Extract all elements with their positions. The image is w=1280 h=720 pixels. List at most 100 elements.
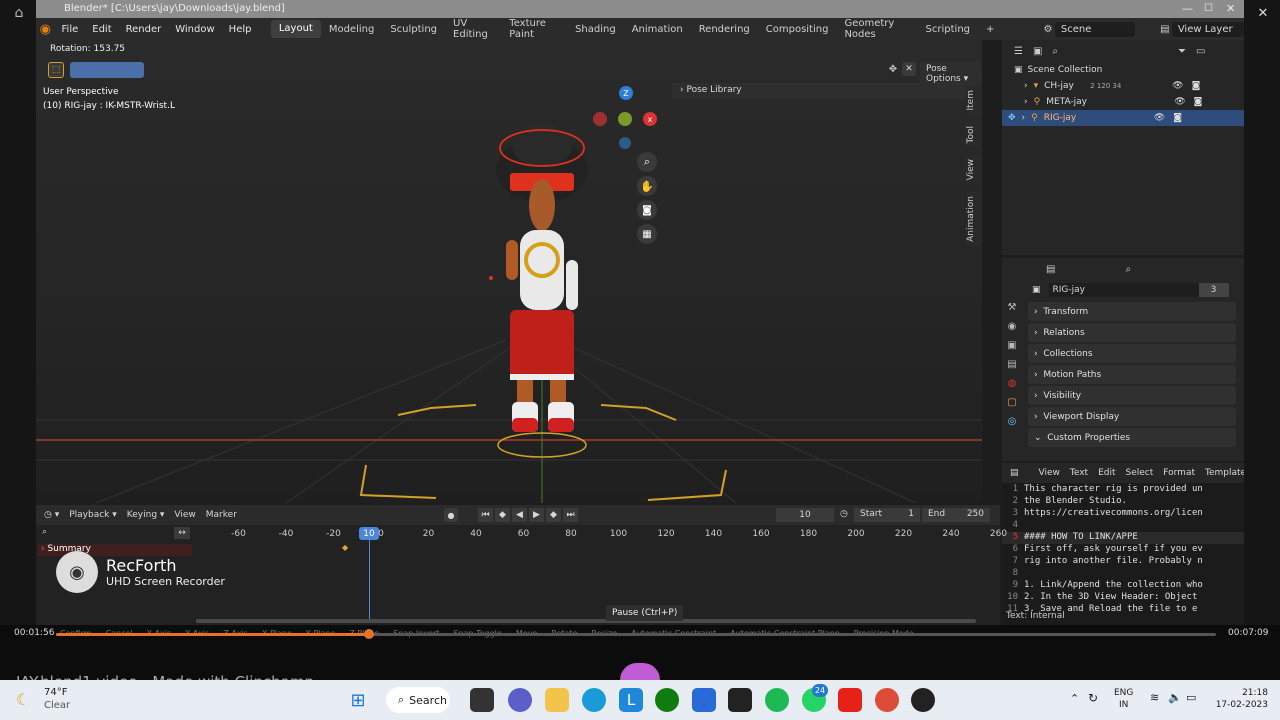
panel-viewport-display[interactable]: › Viewport Display: [1028, 407, 1236, 426]
panel-relations[interactable]: › Relations: [1028, 323, 1236, 342]
pause-button[interactable]: [620, 663, 660, 680]
sync-icon[interactable]: ↻: [1088, 691, 1098, 705]
panel-collections[interactable]: › Collections: [1028, 344, 1236, 363]
expand-arrow-icon[interactable]: ›: [1022, 113, 1026, 123]
close-overlay-icon[interactable]: ✕: [902, 62, 916, 76]
object-name-field[interactable]: RIG-jay: [1048, 283, 1199, 297]
start-frame-field[interactable]: Start 1: [854, 508, 920, 522]
timeline[interactable]: ◷ ▾ Playback ▾ Keying ▾ View Marker ● ⏮ …: [36, 505, 1007, 625]
world-tab-icon[interactable]: ◍: [1008, 378, 1017, 389]
outliner-editor-icon[interactable]: ☰: [1014, 46, 1023, 57]
visibility-eye-icon[interactable]: 👁: [1174, 97, 1185, 107]
view-layer-name[interactable]: View Layer: [1171, 21, 1244, 37]
keying-menu[interactable]: Keying ▾: [127, 510, 165, 520]
xbox-icon[interactable]: [655, 688, 679, 712]
clock[interactable]: 21:18 17-02-2023: [1206, 687, 1268, 711]
menu-window[interactable]: Window: [168, 24, 221, 35]
play-reverse-icon[interactable]: ◀: [512, 508, 527, 522]
l-app-icon[interactable]: L: [619, 688, 643, 712]
task-view-icon[interactable]: [470, 688, 494, 712]
edge-browser-icon[interactable]: [582, 688, 606, 712]
close-icon[interactable]: ✕: [1226, 0, 1235, 18]
teams-chat-icon[interactable]: [508, 688, 532, 712]
tab-shading[interactable]: Shading: [567, 24, 624, 35]
taskbar-search[interactable]: ⌕ Search: [386, 687, 450, 713]
tab-item[interactable]: Item: [966, 86, 982, 115]
language-indicator[interactable]: ENG IN: [1114, 687, 1133, 711]
home-icon[interactable]: ⌂: [10, 4, 28, 22]
add-workspace-button[interactable]: +: [978, 24, 1002, 35]
tray-overflow-icon[interactable]: ⌃: [1070, 692, 1079, 705]
panel-visibility[interactable]: › Visibility: [1028, 386, 1236, 405]
tab-rendering[interactable]: Rendering: [691, 24, 758, 35]
scene-collection-row[interactable]: ▣ Scene Collection: [1002, 62, 1244, 78]
select-mode-group[interactable]: [70, 62, 144, 78]
panel-custom-properties[interactable]: ⌄ Custom Properties: [1028, 428, 1236, 447]
users-count[interactable]: 3: [1198, 283, 1229, 297]
text-menu-text[interactable]: Text: [1070, 468, 1088, 478]
outliner-search-icon[interactable]: ⌕: [1052, 46, 1058, 57]
menu-render[interactable]: Render: [119, 24, 169, 35]
text-menu-edit[interactable]: Edit: [1098, 468, 1115, 478]
tab-animation[interactable]: Animation: [624, 24, 691, 35]
menu-edit[interactable]: Edit: [85, 24, 118, 35]
panel-transform[interactable]: › Transform: [1028, 302, 1236, 321]
render-camera-icon[interactable]: ◙: [1173, 113, 1182, 123]
tab-compositing[interactable]: Compositing: [758, 24, 837, 35]
filter-icon[interactable]: ⏷: [1178, 46, 1186, 57]
frame-ruler[interactable]: [190, 525, 1000, 541]
timeline-editor-icon[interactable]: ◷ ▾: [44, 510, 59, 520]
visibility-eye-icon[interactable]: 👁: [1154, 113, 1165, 123]
end-frame-field[interactable]: End 250: [922, 508, 990, 522]
pose-library-panel[interactable]: › Pose Library: [672, 83, 966, 99]
pan-hand-icon[interactable]: ✋: [637, 176, 657, 196]
outliner-row-meta-jay[interactable]: › ⚲ META-jay 👁 ◙: [1002, 94, 1244, 110]
gizmo-y-axis[interactable]: [618, 112, 632, 126]
jump-end-icon[interactable]: ⏭: [563, 508, 578, 522]
tab-modeling[interactable]: Modeling: [321, 24, 383, 35]
jump-start-icon[interactable]: ⏮: [478, 508, 493, 522]
visibility-eye-icon[interactable]: 👁: [1172, 81, 1183, 91]
wifi-icon[interactable]: ≋: [1150, 691, 1159, 704]
expand-arrow-icon[interactable]: ›: [1024, 97, 1028, 107]
3d-viewport[interactable]: Rotation: 153.75 ⬚ User Perspective (10)…: [36, 40, 982, 503]
ortho-grid-icon[interactable]: ▦: [637, 224, 657, 244]
minimize-icon[interactable]: —: [1182, 0, 1193, 18]
render-tab-icon[interactable]: ◉: [1008, 321, 1017, 332]
gizmo-x-neg[interactable]: [593, 112, 607, 126]
tab-view[interactable]: View: [966, 155, 982, 185]
battery-icon[interactable]: ▭: [1186, 691, 1196, 704]
chrome-icon[interactable]: [875, 688, 899, 712]
tab-texture-paint[interactable]: Texture Paint: [501, 18, 567, 40]
timeline-search-icon[interactable]: ⌕: [42, 527, 47, 537]
text-menu-view[interactable]: View: [1039, 468, 1060, 478]
pen-app-icon[interactable]: [728, 688, 752, 712]
gizmo-z-axis[interactable]: Z: [619, 86, 633, 100]
volume-icon[interactable]: 🔈: [1168, 691, 1182, 704]
playhead-frame[interactable]: 10: [359, 527, 379, 540]
text-menu-format[interactable]: Format: [1163, 468, 1195, 478]
tab-geometry-nodes[interactable]: Geometry Nodes: [836, 18, 917, 40]
tab-scripting[interactable]: Scripting: [918, 24, 978, 35]
menu-help[interactable]: Help: [222, 24, 259, 35]
spotify-icon[interactable]: [765, 688, 789, 712]
menu-file[interactable]: File: [55, 24, 86, 35]
file-explorer-icon[interactable]: [545, 688, 569, 712]
text-editor[interactable]: ▤ View Text Edit Select Format Templates…: [1002, 463, 1244, 625]
panel-motion-paths[interactable]: › Motion Paths: [1028, 365, 1236, 384]
view-layer-tab-icon[interactable]: ▤: [1007, 359, 1016, 370]
prev-keyframe-icon[interactable]: ◆: [495, 508, 510, 522]
youtube-icon[interactable]: [838, 688, 862, 712]
clock-icon[interactable]: ◷: [840, 509, 848, 519]
new-collection-icon[interactable]: ▭: [1196, 46, 1205, 57]
next-keyframe-icon[interactable]: ◆: [546, 508, 561, 522]
weather-widget[interactable]: 74°F Clear: [44, 686, 70, 712]
zoom-icon[interactable]: ⌕: [637, 152, 657, 172]
camera-view-icon[interactable]: ◙: [637, 200, 657, 220]
gizmo-z-neg[interactable]: [619, 137, 631, 149]
marker-menu[interactable]: Marker: [206, 510, 237, 520]
keyframe-diamond-icon[interactable]: ◆: [342, 543, 348, 552]
object-tab-icon[interactable]: ▢: [1007, 397, 1016, 408]
media-player-icon[interactable]: [911, 688, 935, 712]
xray-icon[interactable]: ✥: [886, 62, 900, 76]
